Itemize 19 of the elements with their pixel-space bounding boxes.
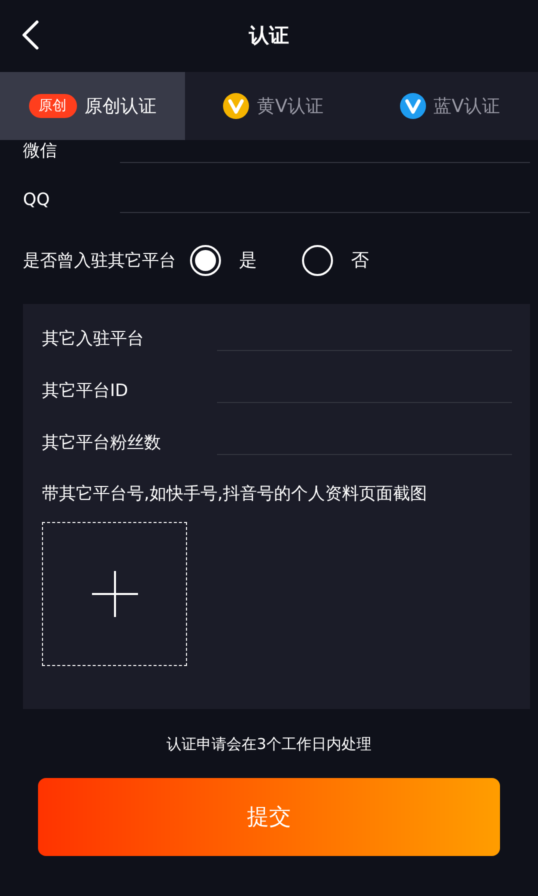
option-label: 是 (239, 249, 257, 272)
field-label: QQ (23, 190, 51, 210)
notice-text: 认证申请会在3个工作日内处理 (166, 735, 372, 754)
tab[interactable]: 黄V认证 (185, 72, 362, 140)
field-label: 其它平台ID (42, 380, 130, 402)
tab[interactable]: 原创 原创认证 (0, 72, 185, 140)
field-label: 其它平台粉丝数 (42, 432, 162, 454)
field-label: 微信 (23, 140, 58, 162)
field-label: 其它入驻平台 (42, 328, 145, 350)
upload-hint: 带其它平台号,如快手号,抖音号的个人资料页面截图 (42, 483, 428, 505)
radio-button[interactable] (190, 244, 221, 276)
upload-button[interactable] (42, 522, 187, 666)
plus-icon (90, 570, 138, 618)
question-label: 是否曾入驻其它平台 (23, 250, 176, 272)
tab[interactable]: 蓝V认证 (362, 72, 538, 140)
radio-button[interactable] (302, 244, 333, 276)
option-label: 否 (351, 249, 369, 272)
tab-badge: 原创 (28, 94, 76, 118)
page-title: 认证 (249, 22, 289, 48)
